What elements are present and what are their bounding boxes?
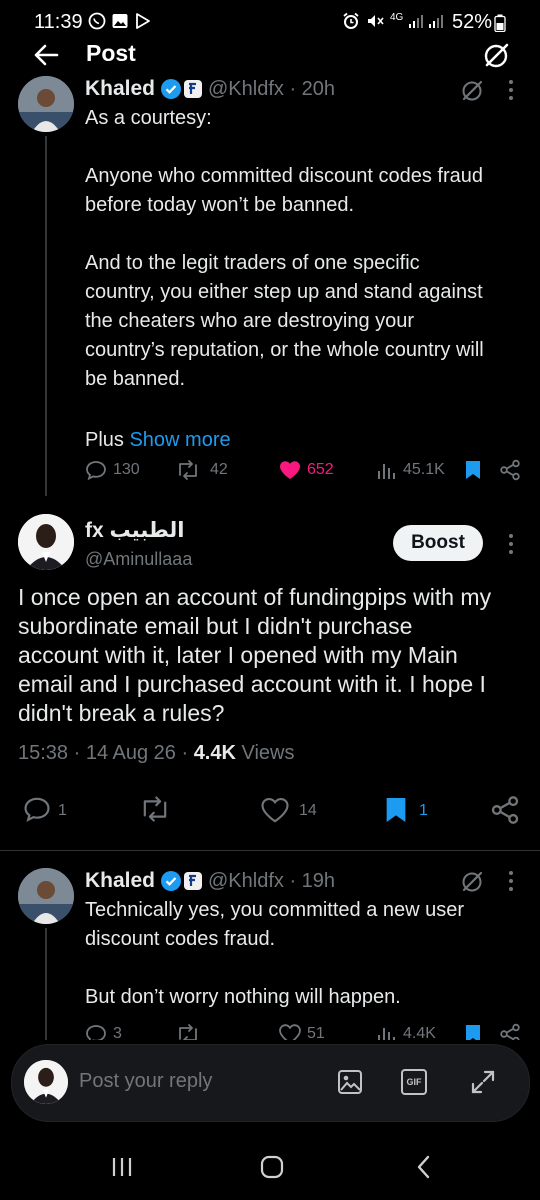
reply-icon[interactable] xyxy=(85,459,107,481)
bookmark-count: 1 xyxy=(419,802,428,819)
author-handle[interactable]: @Khldfx · 20h xyxy=(208,78,335,101)
divider xyxy=(0,850,540,851)
reply-composer[interactable]: Post your reply GIF xyxy=(11,1044,530,1122)
tweet-line: And to the legit traders of one specific xyxy=(85,252,420,274)
author-name[interactable]: Khaled xyxy=(85,77,155,101)
mute-icon xyxy=(366,12,384,30)
thread-line xyxy=(45,136,47,496)
author-name[interactable]: Khaled xyxy=(85,869,155,893)
status-time: 11:39 xyxy=(34,11,83,33)
heart-filled-icon[interactable] xyxy=(278,459,302,481)
boost-button[interactable]: Boost xyxy=(393,525,483,561)
repost-icon[interactable] xyxy=(175,459,201,481)
tweet-line: Plus xyxy=(85,429,124,451)
tweet-text: Technically yes, you committed a new use… xyxy=(85,896,530,1012)
tweet-line: account with it, later I opened with my … xyxy=(18,642,458,668)
bookmark-filled-icon[interactable] xyxy=(384,794,408,826)
repost-count: 42 xyxy=(210,461,228,478)
home-icon[interactable] xyxy=(259,1154,285,1180)
author-handle[interactable]: @Aminullaaa xyxy=(85,549,192,570)
battery-percent: 52% xyxy=(451,11,492,33)
network-type: 4G xyxy=(390,12,404,23)
tweet-line xyxy=(85,394,530,423)
repost-icon[interactable] xyxy=(138,795,172,823)
expand-icon[interactable] xyxy=(470,1069,496,1095)
like-count: 652 xyxy=(307,461,334,478)
views-count: 45.1K xyxy=(403,461,445,478)
tweet-line: Technically yes, you committed a new use… xyxy=(85,899,465,921)
tweet-line: country, you either step up and stand ag… xyxy=(85,281,483,303)
image-icon[interactable] xyxy=(337,1069,363,1095)
reply-input[interactable]: Post your reply xyxy=(79,1070,212,1093)
tweet-line: country’s reputation, or the whole count… xyxy=(85,339,484,361)
whatsapp-icon xyxy=(88,12,106,30)
tweet-line: be banned. xyxy=(85,368,186,390)
more-options-icon[interactable] xyxy=(508,870,514,892)
avatar xyxy=(24,1060,68,1104)
page-title: Post xyxy=(86,40,136,66)
recent-apps-icon[interactable] xyxy=(110,1155,134,1179)
tweet-line: But don’t worry nothing will happen. xyxy=(85,986,401,1008)
show-more-link[interactable]: Show more xyxy=(129,429,230,451)
reply-count: 1 xyxy=(58,802,67,819)
battery-icon xyxy=(494,14,506,32)
tweet-line: didn't break a rules? xyxy=(18,700,225,726)
more-options-icon[interactable] xyxy=(508,533,514,555)
tweet-line: email and I purchased account with it. I… xyxy=(18,671,486,697)
back-nav-icon[interactable] xyxy=(414,1154,434,1180)
tweet-line: As a courtesy: xyxy=(85,107,212,129)
views-label: Views xyxy=(235,742,295,764)
main-tweet-text: I once open an account of fundingpips wi… xyxy=(18,583,533,728)
tweet-last-line: Plus Show more xyxy=(85,426,530,455)
tweet-text: As a courtesy: Anyone who committed disc… xyxy=(85,104,530,455)
affiliate-badge-icon xyxy=(183,871,203,891)
grok-icon[interactable] xyxy=(459,869,485,895)
views-number[interactable]: 4.4K xyxy=(194,742,236,764)
tweet-line xyxy=(85,954,530,983)
tweet-line xyxy=(85,133,530,162)
author-name[interactable]: fx الطبيب xyxy=(85,518,184,543)
thread-line xyxy=(45,928,47,1048)
avatar[interactable] xyxy=(18,868,74,924)
tweet-line: I once open an account of fundingpips wi… xyxy=(18,584,492,610)
views-icon[interactable] xyxy=(377,459,397,481)
back-arrow-icon[interactable] xyxy=(33,43,59,67)
gif-label: GIF xyxy=(406,1077,422,1087)
reply-icon[interactable] xyxy=(22,795,52,823)
share-icon[interactable] xyxy=(499,459,521,481)
avatar[interactable] xyxy=(18,514,74,570)
top-header: Post xyxy=(0,38,540,74)
reply-count: 130 xyxy=(113,461,140,478)
like-count: 14 xyxy=(299,802,317,819)
system-nav-bar xyxy=(0,1135,540,1200)
more-options-icon[interactable] xyxy=(508,79,514,101)
grok-icon[interactable] xyxy=(459,78,485,104)
alarm-icon xyxy=(342,12,360,30)
gallery-icon xyxy=(111,12,129,30)
tweet-line: Anyone who committed discount codes frau… xyxy=(85,165,483,187)
author-handle[interactable]: @Khldfx · 19h xyxy=(208,870,335,893)
signal-icon xyxy=(408,12,446,30)
verified-badge-icon xyxy=(160,870,182,892)
tweet-line: subordinate email but I didn't purchase xyxy=(18,613,413,639)
affiliate-badge-icon xyxy=(183,79,203,99)
grok-icon[interactable] xyxy=(481,41,511,71)
tweet-line: discount codes fraud. xyxy=(85,928,276,950)
avatar[interactable] xyxy=(18,76,74,132)
timestamp-line: 15:38 · 14 Aug 26 · 4.4K Views xyxy=(18,742,294,765)
bookmark-filled-icon[interactable] xyxy=(464,459,482,481)
heart-icon[interactable] xyxy=(260,796,290,824)
gif-button[interactable]: GIF xyxy=(401,1069,427,1095)
tweet-line xyxy=(85,220,530,249)
play-store-icon xyxy=(134,12,152,30)
share-icon[interactable] xyxy=(490,795,520,825)
tweet-line: before today won’t be banned. xyxy=(85,194,355,216)
timestamp[interactable]: 15:38 · 14 Aug 26 · xyxy=(18,742,194,764)
verified-badge-icon xyxy=(160,78,182,100)
tweet-line: the cheaters who are destroying your xyxy=(85,310,415,332)
